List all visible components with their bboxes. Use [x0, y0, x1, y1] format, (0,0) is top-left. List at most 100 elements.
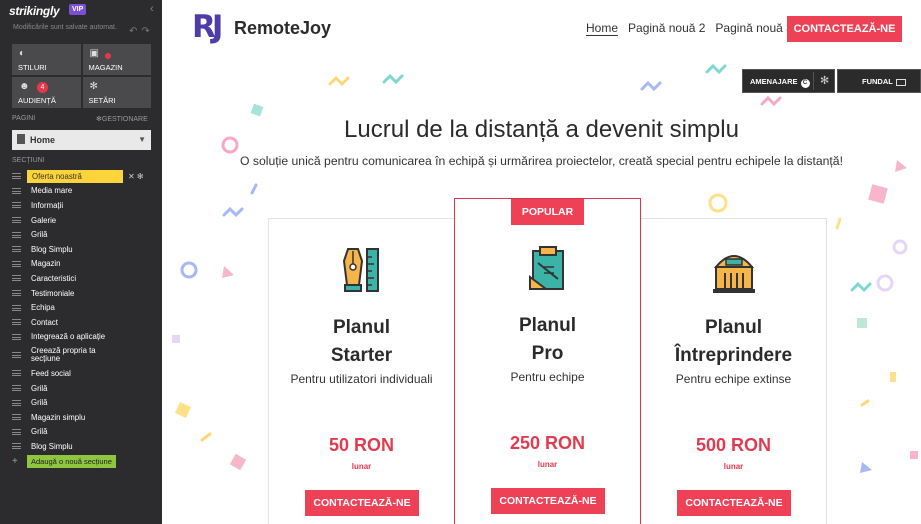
plan-contact-button[interactable]: CONTACTEAZĂ-NE: [677, 490, 791, 516]
drag-handle-icon[interactable]: [12, 231, 21, 238]
section-label: Grilă: [31, 398, 48, 408]
drag-handle-icon[interactable]: [12, 202, 21, 209]
site-nav: Home Pagină nouă 2 Pagină nouă 3: [586, 21, 793, 36]
undo-redo-icons[interactable]: ↶↷: [129, 26, 154, 37]
drag-handle-icon[interactable]: [12, 290, 21, 297]
contact-button[interactable]: CONTACTEAZĂ-NE: [787, 16, 902, 42]
section-item[interactable]: Grilă: [12, 381, 160, 396]
plan-price: 50 RON: [328, 435, 395, 455]
section-item[interactable]: Grilă: [12, 395, 160, 410]
drag-handle-icon[interactable]: [12, 443, 21, 450]
section-item[interactable]: Testimoniale: [12, 286, 160, 301]
section-item[interactable]: Grilă: [12, 425, 160, 440]
section-item[interactable]: Grilă: [12, 227, 160, 242]
background-button[interactable]: FUNDAL: [837, 69, 921, 93]
plan-name-line2: Întreprindere: [674, 345, 793, 366]
sections-heading: SECȚIUNI: [12, 157, 45, 164]
drag-handle-icon[interactable]: [12, 187, 21, 194]
manage-pages-label: GESTIONARE: [101, 116, 148, 123]
section-label: Grilă: [31, 383, 48, 393]
section-label: Informații: [31, 200, 64, 210]
design-button[interactable]: AMENAJARE C ✻: [742, 69, 835, 93]
drag-handle-icon[interactable]: [12, 275, 21, 282]
plan-period: lunar: [723, 462, 744, 471]
section-label: Creează propria ta secțiune: [31, 346, 96, 364]
section-item[interactable]: Galerie: [12, 213, 160, 228]
popular-badge: POPULAR: [511, 199, 584, 225]
image-icon: [895, 78, 906, 86]
section-item[interactable]: Informații: [12, 198, 160, 213]
collapse-sidebar-icon[interactable]: ‹: [150, 3, 154, 15]
plan-price: 250 RON: [509, 433, 586, 453]
plan-name-line2: Pro: [531, 343, 564, 364]
manage-pages-link[interactable]: ✻GESTIONARE: [96, 115, 148, 123]
drag-handle-icon[interactable]: [12, 319, 21, 326]
nav-item-page-3[interactable]: Pagină nouă 3: [715, 21, 792, 36]
plan-contact-button[interactable]: CONTACTEAZĂ-NE: [491, 488, 605, 514]
section-item[interactable]: Creează propria ta secțiune: [12, 344, 160, 366]
plan-period: lunar: [351, 462, 372, 471]
brand-logo[interactable]: RJ: [192, 9, 223, 45]
current-page-label: Home: [30, 135, 56, 145]
add-section-button[interactable]: + Adaugă o nouă secțiune: [12, 454, 160, 468]
drag-handle-icon[interactable]: [12, 217, 21, 224]
drag-handle-icon[interactable]: [12, 385, 21, 392]
plan-description: Pentru echipe extinse: [675, 372, 792, 386]
page-select[interactable]: Home ▼: [12, 130, 151, 150]
drag-handle-icon[interactable]: [12, 414, 21, 421]
section-item[interactable]: Media mare: [12, 184, 160, 199]
section-item[interactable]: Blog Simplu: [12, 242, 160, 257]
plan-name: Planul Pro: [455, 312, 640, 368]
hero-subheadline: O soluție unică pentru comunicarea în ec…: [240, 154, 843, 168]
palette-icon: ◐: [19, 48, 26, 59]
section-label: Contact: [31, 317, 58, 327]
drag-handle-icon[interactable]: [12, 260, 21, 267]
section-label: Blog Simplu: [31, 244, 73, 254]
settings-label: SETĂRI: [88, 96, 116, 105]
section-label: Caracteristici: [31, 273, 77, 283]
section-label: Magazin: [31, 259, 61, 269]
nav-item-home[interactable]: Home: [586, 21, 619, 36]
nav-item-page-2[interactable]: Pagină nouă 2: [628, 21, 705, 36]
editor-tiles: ◐ STILURI ▣ MAGAZIN ☻ 4 AUDIENȚĂ ✻ SETĂR…: [12, 44, 151, 108]
store-label: MAGAZIN: [88, 63, 123, 72]
audience-button[interactable]: ☻ 4 AUDIENȚĂ: [12, 77, 81, 108]
drag-handle-icon[interactable]: [12, 370, 21, 377]
section-label: Testimoniale: [31, 288, 75, 298]
plan-name: Planul Întreprindere: [641, 314, 826, 370]
drag-handle-icon[interactable]: [12, 333, 21, 340]
section-item-active[interactable]: Oferta noastră ✕ ✻: [12, 169, 160, 184]
strikingly-logo[interactable]: strikingly: [9, 4, 60, 18]
section-item[interactable]: Magazin: [12, 257, 160, 272]
brand-name[interactable]: RemoteJoy: [234, 18, 331, 39]
drag-handle-icon[interactable]: [12, 352, 21, 359]
design-label: AMENAJARE: [750, 77, 798, 86]
plan-description: Pentru echipe: [510, 370, 585, 384]
pages-heading: PAGINI: [12, 115, 36, 122]
section-tools-icons[interactable]: ✕ ✻: [128, 172, 144, 181]
drag-handle-icon[interactable]: [12, 428, 21, 435]
section-item[interactable]: Blog Simplu: [12, 439, 160, 454]
section-item[interactable]: Echipa: [12, 300, 160, 315]
drag-handle-icon[interactable]: [12, 399, 21, 406]
section-item[interactable]: Caracteristici: [12, 271, 160, 286]
plan-name-line1: Planul: [332, 317, 390, 338]
section-item[interactable]: Contact: [12, 315, 160, 330]
gear-icon[interactable]: ✻: [813, 72, 829, 90]
plan-contact-button[interactable]: CONTACTEAZĂ-NE: [305, 490, 419, 516]
drag-handle-icon[interactable]: [12, 304, 21, 311]
section-label: Integrează o aplicație: [31, 332, 106, 342]
section-item[interactable]: Integrează o aplicație: [12, 330, 160, 345]
plan-name-line2: Starter: [330, 345, 393, 366]
section-label: Galerie: [31, 215, 57, 225]
section-label: Feed social: [31, 368, 71, 378]
plan-card-pro: POPULAR Planul Pro Pentru echipe 250 RON …: [454, 198, 641, 524]
styles-button[interactable]: ◐ STILURI: [12, 44, 81, 75]
section-item[interactable]: Feed social: [12, 366, 160, 381]
section-item[interactable]: Magazin simplu: [12, 410, 160, 425]
settings-button[interactable]: ✻ SETĂRI: [82, 77, 151, 108]
site-preview: RJ RemoteJoy Home Pagină nouă 2 Pagină n…: [162, 0, 921, 524]
drag-handle-icon[interactable]: [12, 173, 21, 180]
drag-handle-icon[interactable]: [12, 246, 21, 253]
store-button[interactable]: ▣ MAGAZIN: [82, 44, 151, 75]
